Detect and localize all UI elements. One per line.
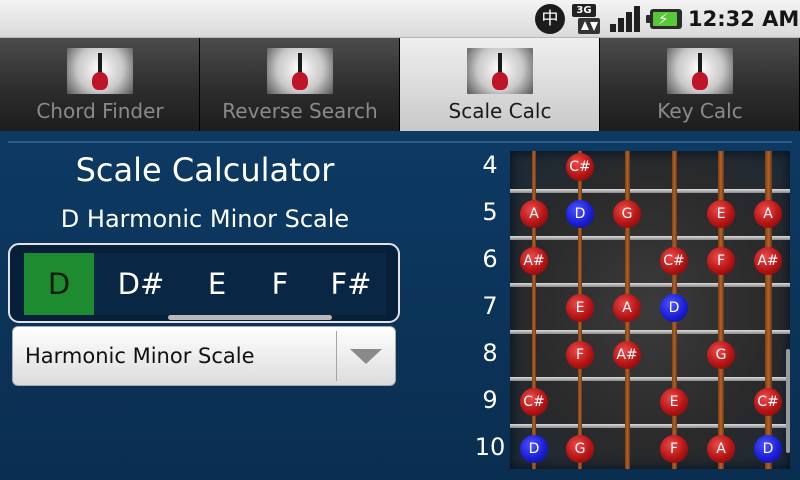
scale-note-marker[interactable]: F: [566, 341, 594, 369]
root-note-marker[interactable]: D: [520, 435, 548, 463]
key-option-f[interactable]: F: [245, 253, 315, 315]
root-note-marker[interactable]: D: [754, 435, 782, 463]
scale-note-marker[interactable]: C#: [660, 247, 688, 275]
fretboard: C# A D G E A A# C# F A# E A D F A# G C# E C# D G F A D: [510, 151, 790, 469]
key-picker-scrollbar[interactable]: [168, 315, 332, 320]
tab-label: Scale Calc: [448, 99, 552, 123]
scale-note-marker[interactable]: A: [707, 435, 735, 463]
scale-note-marker[interactable]: A#: [613, 341, 641, 369]
input-method-icon: 中: [535, 4, 565, 34]
data-transfer-icon: [578, 18, 600, 34]
scale-note-marker[interactable]: A: [613, 294, 641, 322]
fret-number: 9: [482, 386, 498, 414]
fret-wire: [510, 376, 790, 381]
scale-note-marker[interactable]: F: [660, 435, 688, 463]
network-3g-icon: 3G: [572, 4, 604, 34]
scale-note-marker[interactable]: A: [520, 200, 548, 228]
root-note-marker[interactable]: D: [660, 294, 688, 322]
guitar-icon: [467, 48, 533, 94]
tab-reverse-search[interactable]: Reverse Search: [200, 38, 400, 131]
fretboard-scrollbar[interactable]: [786, 349, 790, 453]
key-picker[interactable]: D D# E F F#: [8, 243, 400, 323]
tab-chord-finder[interactable]: Chord Finder: [0, 38, 200, 131]
scale-calc-panel: Scale Calculator D Harmonic Minor Scale …: [0, 131, 800, 480]
guitar-string: [764, 151, 772, 469]
scale-note-marker[interactable]: C#: [566, 153, 594, 181]
fret-wire: [510, 188, 790, 193]
tab-label: Reverse Search: [222, 99, 378, 123]
scale-type-dropdown[interactable]: Harmonic Minor Scale: [12, 326, 396, 386]
network-type-label: 3G: [572, 4, 596, 17]
scale-note-marker[interactable]: C#: [520, 388, 548, 416]
guitar-string: [532, 151, 536, 469]
fret-wire: [510, 329, 790, 334]
scale-note-marker[interactable]: E: [660, 388, 688, 416]
tab-scale-calc[interactable]: Scale Calc: [400, 38, 600, 131]
charging-bolt-icon: ⚡: [658, 10, 669, 28]
page-title: Scale Calculator: [75, 151, 335, 189]
key-option-e[interactable]: E: [182, 253, 252, 315]
fret-number: 5: [482, 198, 498, 226]
divider: [8, 141, 792, 143]
scale-note-marker[interactable]: E: [566, 294, 594, 322]
chevron-down-icon[interactable]: [350, 349, 382, 364]
key-option-d[interactable]: D: [24, 253, 94, 315]
fret-wire: [510, 282, 790, 287]
scale-note-marker[interactable]: G: [566, 435, 594, 463]
key-option-f-sharp[interactable]: F#: [316, 253, 386, 315]
fret-number-column: 4 5 6 7 8 9 10: [470, 131, 510, 480]
scale-note-marker[interactable]: G: [707, 341, 735, 369]
fret-number: 8: [482, 339, 498, 367]
guitar-string: [718, 151, 724, 469]
tab-bar: Chord Finder Reverse Search Scale Calc K…: [0, 38, 800, 131]
guitar-icon: [67, 48, 133, 94]
fret-wire: [510, 235, 790, 240]
scale-note-marker[interactable]: A#: [520, 247, 548, 275]
status-bar: 中 3G ⚡ 12:32 AM: [0, 0, 800, 38]
scale-subtitle: D Harmonic Minor Scale: [60, 205, 350, 233]
scale-note-marker[interactable]: C#: [754, 388, 782, 416]
root-note-marker[interactable]: D: [566, 200, 594, 228]
scale-note-marker[interactable]: A#: [754, 247, 782, 275]
status-clock: 12:32 AM: [688, 7, 800, 31]
key-option-d-sharp[interactable]: D#: [106, 253, 176, 315]
fret-number: 4: [482, 151, 498, 179]
scale-note-marker[interactable]: E: [707, 200, 735, 228]
guitar-icon: [667, 48, 733, 94]
scale-note-marker[interactable]: F: [707, 247, 735, 275]
fretboard-background: [510, 151, 790, 469]
guitar-icon: [267, 48, 333, 94]
fret-number: 6: [482, 245, 498, 273]
signal-strength-icon: [610, 4, 642, 34]
scale-note-marker[interactable]: G: [613, 200, 641, 228]
tab-label: Key Calc: [657, 99, 743, 123]
scale-type-value: Harmonic Minor Scale: [25, 344, 255, 368]
tab-key-calc[interactable]: Key Calc: [600, 38, 800, 131]
dropdown-divider: [336, 331, 337, 381]
fret-number: 7: [482, 292, 498, 320]
fret-wire: [510, 423, 790, 428]
fret-number: 10: [474, 433, 506, 461]
scale-note-marker[interactable]: A: [754, 200, 782, 228]
tab-label: Chord Finder: [36, 99, 164, 123]
app-root: 中 3G ⚡ 12:32 AM Chord Finder Reverse Sea…: [0, 0, 800, 480]
